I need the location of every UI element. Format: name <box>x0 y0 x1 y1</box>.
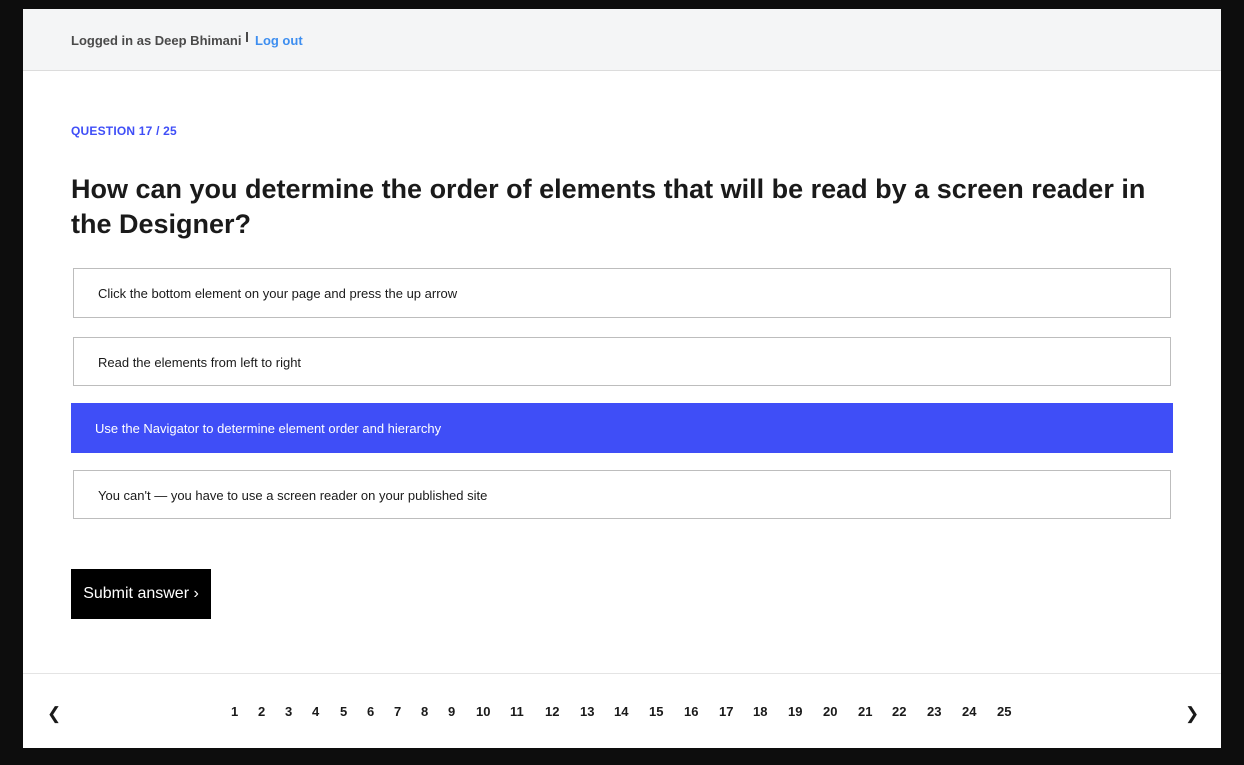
answer-option-label: You can't — you have to use a screen rea… <box>98 488 488 503</box>
page-link-24[interactable]: 24 <box>962 704 976 719</box>
top-bar: Logged in as Deep Bhimani Log out <box>23 9 1221 71</box>
answer-option-4[interactable]: You can't — you have to use a screen rea… <box>73 470 1171 519</box>
question-text: How can you determine the order of eleme… <box>71 174 1146 239</box>
submit-answer-button[interactable]: Submit answer › <box>71 569 211 619</box>
page-link-2[interactable]: 2 <box>258 704 265 719</box>
page-link-1[interactable]: 1 <box>231 704 238 719</box>
page-link-22[interactable]: 22 <box>892 704 906 719</box>
answer-option-label: Click the bottom element on your page an… <box>98 286 458 301</box>
page-link-11[interactable]: 11 <box>510 704 524 719</box>
page-link-9[interactable]: 9 <box>448 704 455 719</box>
answer-option-1[interactable]: Click the bottom element on your page an… <box>73 268 1171 318</box>
logout-link[interactable]: Log out <box>255 33 303 48</box>
answer-option-2[interactable]: Read the elements from left to right <box>73 337 1171 386</box>
page-link-21[interactable]: 21 <box>858 704 872 719</box>
page-link-19[interactable]: 19 <box>788 704 802 719</box>
page-link-17[interactable]: 17 <box>719 704 733 719</box>
answer-option-3-selected[interactable]: Use the Navigator to determine element o… <box>71 403 1173 453</box>
page-link-14[interactable]: 14 <box>614 704 628 719</box>
answer-option-label: Use the Navigator to determine element o… <box>95 421 442 436</box>
page-link-8[interactable]: 8 <box>421 704 428 719</box>
logged-in-user: Logged in as Deep Bhimani <box>71 33 242 48</box>
answer-option-label: Read the elements from left to right <box>98 355 302 370</box>
page-link-16[interactable]: 16 <box>684 704 698 719</box>
page-link-6[interactable]: 6 <box>367 704 374 719</box>
page-link-5[interactable]: 5 <box>340 704 347 719</box>
quiz-window: Logged in as Deep Bhimani Log out QUESTI… <box>23 9 1221 748</box>
page-list: 1 2 3 4 5 6 7 8 9 10 11 12 13 14 15 16 1… <box>23 704 1221 724</box>
next-question-icon[interactable]: ❯ <box>1185 704 1199 724</box>
page-link-15[interactable]: 15 <box>649 704 663 719</box>
page-link-7[interactable]: 7 <box>394 704 401 719</box>
page-link-12[interactable]: 12 <box>545 704 559 719</box>
page-link-3[interactable]: 3 <box>285 704 292 719</box>
page-link-4[interactable]: 4 <box>312 704 319 719</box>
question-counter: QUESTION 17 / 25 <box>71 124 177 138</box>
page-link-13[interactable]: 13 <box>580 704 594 719</box>
page-link-23[interactable]: 23 <box>927 704 941 719</box>
page-link-25[interactable]: 25 <box>997 704 1011 719</box>
page-link-18[interactable]: 18 <box>753 704 767 719</box>
question-pagination: ❮ 1 2 3 4 5 6 7 8 9 10 11 12 13 14 15 16… <box>23 673 1221 748</box>
page-link-20[interactable]: 20 <box>823 704 837 719</box>
page-link-10[interactable]: 10 <box>476 704 490 719</box>
separator <box>246 32 248 42</box>
